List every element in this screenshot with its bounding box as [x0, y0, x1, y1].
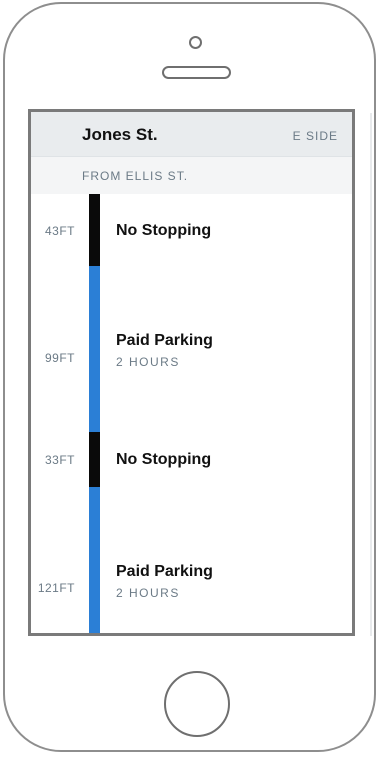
segment-length: 99FT — [44, 351, 75, 365]
segment-length: 121FT — [37, 581, 75, 595]
segment-color-bar — [89, 487, 100, 633]
segment-length: 43FT — [44, 224, 75, 238]
from-street-label: FROM ELLIS ST. — [82, 169, 189, 183]
curb-segment-paid-parking[interactable]: 99FT Paid Parking 2 HOURS — [31, 266, 352, 432]
street-card: Jones St. E SIDE FROM ELLIS ST. 43FT No … — [28, 109, 355, 636]
curb-segment-paid-parking[interactable]: 121FT Paid Parking 2 HOURS — [31, 487, 352, 633]
segment-time-limit: 2 HOURS — [116, 586, 180, 600]
segment-color-bar — [89, 432, 100, 487]
camera-icon — [189, 36, 202, 49]
curb-segment-no-stopping[interactable]: 33FT No Stopping — [31, 432, 352, 487]
home-button[interactable] — [164, 671, 230, 737]
street-side-label[interactable]: E SIDE — [293, 129, 338, 143]
street-name: Jones St. — [82, 125, 158, 144]
next-card-edge — [370, 113, 372, 636]
street-header: Jones St. E SIDE — [31, 112, 352, 157]
segment-color-bar — [89, 194, 100, 266]
segment-title: Paid Parking — [116, 563, 213, 580]
segment-length: 33FT — [44, 453, 75, 467]
from-street-header: FROM ELLIS ST. — [31, 157, 352, 194]
segment-time-limit: 2 HOURS — [116, 355, 180, 369]
curb-segment-no-stopping[interactable]: 43FT No Stopping — [31, 194, 352, 266]
curb-segments: 43FT No Stopping 99FT Paid Parking 2 HOU… — [31, 194, 352, 633]
segment-title: No Stopping — [116, 222, 212, 239]
speaker-grille — [162, 66, 231, 79]
segment-title: No Stopping — [116, 451, 212, 468]
segment-title: Paid Parking — [116, 332, 213, 349]
segment-color-bar — [89, 266, 100, 432]
